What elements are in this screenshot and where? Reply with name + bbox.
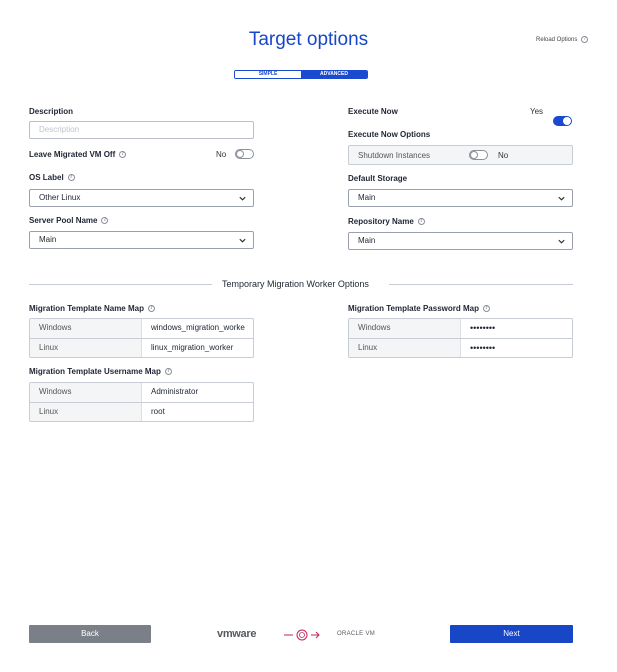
map-row: Windows windows_migration_worke	[30, 319, 253, 338]
mode-simple-tab[interactable]: SIMPLE	[235, 71, 301, 78]
chevron-down-icon	[239, 196, 246, 201]
os-label-select[interactable]: Other Linux	[29, 189, 254, 207]
repository-name-label: Repository Name ?	[348, 217, 425, 226]
username-map-label: Migration Template Username Map ?	[29, 367, 172, 376]
name-map-table: Windows windows_migration_worke Linux li…	[29, 318, 254, 358]
server-pool-value: Main	[39, 235, 57, 244]
server-pool-select[interactable]: Main	[29, 231, 254, 249]
default-storage-value: Main	[358, 193, 376, 202]
execute-now-value: Yes	[530, 107, 544, 116]
map-value-input[interactable]: Administrator	[142, 383, 253, 402]
os-label-label: OS Label ?	[29, 173, 75, 182]
os-label-value: Other Linux	[39, 193, 81, 202]
map-row: Windows ••••••••	[349, 319, 572, 338]
execute-now-toggle[interactable]	[553, 116, 572, 126]
description-label: Description	[29, 107, 73, 116]
page-title: Target options	[248, 29, 369, 50]
leave-migrated-vm-off-label: Leave Migrated VM Off ?	[29, 150, 127, 159]
help-icon: ?	[119, 151, 127, 158]
toggle-knob	[236, 150, 244, 158]
server-pool-label-text: Server Pool Name	[29, 216, 98, 225]
map-key: Linux	[349, 339, 461, 357]
oracle-vm-logo: ORACLE VM	[337, 631, 376, 637]
repository-value: Main	[358, 236, 376, 245]
description-input[interactable]: Description	[29, 121, 254, 139]
map-row: Windows Administrator	[30, 383, 253, 402]
help-icon: ?	[482, 305, 490, 312]
vmware-logo: vmware	[217, 628, 257, 640]
help-icon: ?	[417, 218, 425, 225]
help-icon: ?	[101, 217, 109, 224]
username-map-table: Windows Administrator Linux root	[29, 382, 254, 422]
shutdown-instances-option: Shutdown Instances No	[348, 145, 573, 165]
back-button[interactable]: Back	[29, 625, 151, 643]
help-icon: ?	[147, 305, 155, 312]
shutdown-instances-label: Shutdown Instances	[358, 151, 431, 160]
map-row: Linux root	[30, 402, 253, 421]
map-row: Linux ••••••••	[349, 338, 572, 357]
username-map-label-text: Migration Template Username Map	[29, 367, 161, 376]
execute-now-label-text: Execute Now	[348, 107, 398, 116]
reload-options-link[interactable]: Reload Options ?	[536, 36, 589, 43]
worker-section-title: Temporary Migration Worker Options	[222, 279, 369, 289]
default-storage-select[interactable]: Main	[348, 189, 573, 207]
name-map-label: Migration Template Name Map ?	[29, 304, 155, 313]
server-pool-label: Server Pool Name ?	[29, 216, 109, 225]
toggle-knob	[470, 151, 478, 159]
map-value-input[interactable]: windows_migration_worke	[142, 319, 253, 338]
toggle-knob	[563, 117, 571, 125]
map-key: Linux	[30, 339, 142, 357]
name-map-label-text: Migration Template Name Map	[29, 304, 144, 313]
mode-switch[interactable]: SIMPLE ADVANCED	[234, 70, 368, 79]
execute-options-label-text: Execute Now Options	[348, 130, 431, 139]
chevron-down-icon	[558, 196, 565, 201]
chevron-down-icon	[239, 238, 246, 243]
divider	[29, 284, 212, 285]
help-icon: ?	[164, 368, 172, 375]
mode-advanced-tab[interactable]: ADVANCED	[301, 71, 367, 78]
map-value-input[interactable]: linux_migration_worker	[142, 339, 253, 357]
repository-label-text: Repository Name	[348, 217, 414, 226]
map-row: Linux linux_migration_worker	[30, 338, 253, 357]
leave-off-label-text: Leave Migrated VM Off	[29, 150, 116, 159]
os-label-text: OS Label	[29, 173, 64, 182]
leave-off-toggle[interactable]	[235, 149, 254, 159]
password-map-label-text: Migration Template Password Map	[348, 304, 479, 313]
divider	[389, 284, 573, 285]
execute-now-label: Execute Now	[348, 107, 398, 116]
next-button[interactable]: Next	[450, 625, 573, 643]
help-icon: ?	[581, 36, 589, 43]
chevron-down-icon	[558, 239, 565, 244]
leave-off-value: No	[216, 150, 227, 159]
execute-now-options-label: Execute Now Options	[348, 130, 430, 139]
help-icon: ?	[67, 174, 75, 181]
shutdown-instances-toggle[interactable]	[469, 150, 488, 160]
map-password-input[interactable]: ••••••••	[461, 319, 572, 338]
migration-arrow-icon	[284, 629, 320, 641]
password-map-table: Windows •••••••• Linux ••••••••	[348, 318, 573, 358]
map-password-input[interactable]: ••••••••	[461, 339, 572, 357]
map-key: Linux	[30, 403, 142, 421]
map-key: Windows	[30, 383, 142, 402]
reload-options-label: Reload Options	[536, 36, 578, 43]
shutdown-instances-value: No	[498, 151, 509, 160]
map-key: Windows	[349, 319, 461, 338]
default-storage-label-text: Default Storage	[348, 174, 408, 183]
password-map-label: Migration Template Password Map ?	[348, 304, 490, 313]
map-value-input[interactable]: root	[142, 403, 253, 421]
map-key: Windows	[30, 319, 142, 338]
description-label-text: Description	[29, 107, 74, 116]
default-storage-label: Default Storage	[348, 174, 407, 183]
repository-name-select[interactable]: Main	[348, 232, 573, 250]
